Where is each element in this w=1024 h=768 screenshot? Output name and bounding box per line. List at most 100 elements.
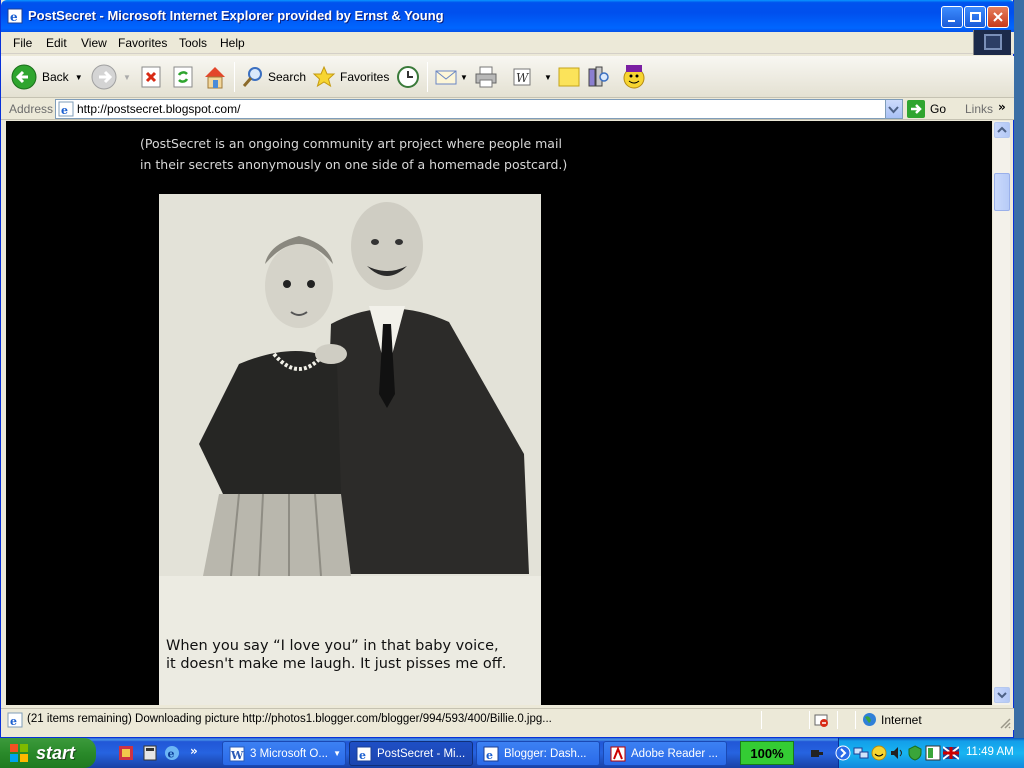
history-clock-icon [397, 66, 419, 88]
minimize-icon [948, 20, 955, 22]
windows-throbber-logo [973, 30, 1011, 55]
address-url[interactable]: http://postsecret.blogspot.com/ [77, 102, 240, 116]
group-dropdown-icon: ▼ [333, 749, 341, 758]
taskbar-item-word[interactable]: W 3 Microsoft O... ▼ [222, 741, 346, 766]
resize-grip-icon[interactable] [999, 717, 1011, 729]
stop-button[interactable] [139, 63, 163, 91]
taskbar-item-blogger[interactable]: e Blogger: Dash... [476, 741, 600, 766]
mail-button[interactable]: ▼ [434, 63, 468, 91]
scroll-up-button[interactable] [994, 122, 1010, 138]
links-label[interactable]: Links [965, 102, 993, 116]
vertical-scrollbar[interactable] [992, 121, 1010, 705]
quicklaunch-app-icon[interactable] [118, 745, 134, 761]
messenger-button[interactable] [621, 63, 647, 91]
address-field[interactable]: e http://postsecret.blogspot.com/ [55, 99, 903, 119]
edit-dropdown-icon[interactable]: ▼ [544, 73, 552, 82]
ie-icon: e [483, 746, 499, 762]
research-button[interactable] [587, 63, 611, 91]
edit-word-button[interactable]: W ▼ [512, 63, 552, 91]
zoom-percentage-indicator[interactable]: 100% [740, 741, 794, 765]
ie-icon: e [356, 746, 372, 762]
stop-icon [141, 66, 161, 88]
back-dropdown-icon[interactable]: ▼ [75, 73, 83, 82]
menu-edit[interactable]: Edit [46, 36, 67, 50]
maximize-icon [970, 12, 981, 22]
window-title: PostSecret - Microsoft Internet Explorer… [28, 8, 444, 23]
quicklaunch-chevron-icon[interactable]: » [190, 744, 198, 758]
postcard-photo-two-children [159, 194, 541, 576]
minimize-button[interactable] [941, 6, 963, 28]
page-ie-icon: e [58, 101, 74, 117]
internet-globe-icon [863, 713, 876, 726]
tray-app-icon[interactable] [925, 745, 941, 761]
menu-view[interactable]: View [81, 36, 107, 50]
standard-toolbar: Back ▼ ▼ Search Favorites ▼ W ▼ [1, 56, 1015, 98]
search-button[interactable]: Search [241, 63, 306, 91]
start-button[interactable]: start [0, 738, 96, 768]
power-plug-icon[interactable] [808, 745, 824, 761]
postcard-image: When you say “I love you” in that baby v… [159, 194, 541, 705]
security-shield-icon[interactable] [907, 745, 923, 761]
favorites-star-icon [312, 65, 336, 88]
menu-help[interactable]: Help [220, 36, 245, 50]
status-text: (21 items remaining) Downloading picture… [27, 713, 552, 725]
quicklaunch-ie-icon[interactable]: e [164, 745, 180, 761]
menu-favorites[interactable]: Favorites [118, 36, 167, 50]
address-label: Address [9, 102, 54, 116]
browser-window: e PostSecret - Microsoft Internet Explor… [0, 0, 1015, 738]
taskbar-item-label: PostSecret - Mi... [377, 747, 466, 760]
tray-arrow-icon[interactable] [835, 745, 851, 761]
svg-text:e: e [359, 749, 366, 762]
scroll-thumb[interactable] [994, 173, 1010, 211]
adobe-reader-icon [610, 745, 626, 761]
volume-tray-icon[interactable] [889, 745, 905, 761]
language-flag-icon[interactable] [943, 745, 959, 761]
menu-file[interactable]: File [13, 36, 32, 50]
taskbar-item-adobe-reader[interactable]: Adobe Reader ... [603, 741, 727, 766]
page-loading-icon: e [7, 712, 23, 728]
quicklaunch-calculator-icon[interactable] [142, 745, 158, 761]
chevron-down-icon [997, 692, 1007, 699]
status-separator [855, 711, 856, 729]
chevron-down-icon [888, 106, 899, 114]
scroll-down-button[interactable] [994, 687, 1010, 703]
close-button[interactable] [987, 6, 1009, 28]
address-dropdown-button[interactable] [885, 100, 902, 118]
taskbar-item-postsecret[interactable]: e PostSecret - Mi... [349, 741, 473, 766]
forward-dropdown-icon[interactable]: ▼ [123, 73, 131, 82]
toolbar-separator [234, 62, 235, 92]
go-button[interactable]: Go [907, 99, 946, 119]
refresh-button[interactable] [171, 63, 195, 91]
network-icon[interactable] [853, 745, 869, 761]
forward-arrow-icon [91, 64, 117, 90]
caption-line-1: When you say “I love you” in that baby v… [166, 638, 499, 654]
mail-envelope-icon [435, 70, 457, 85]
status-bar: e (21 items remaining) Downloading pictu… [1, 708, 1015, 730]
ie-icon: e [7, 8, 23, 24]
postcard-caption: When you say “I love you” in that baby v… [166, 637, 536, 673]
page-content[interactable]: (PostSecret is an ongoing community art … [6, 121, 992, 705]
maximize-button[interactable] [964, 6, 986, 28]
discuss-button[interactable] [557, 63, 581, 91]
word-edit-icon: W [513, 68, 531, 86]
start-label: start [36, 742, 76, 763]
status-separator [761, 711, 762, 729]
favorites-button[interactable]: Favorites [312, 63, 389, 91]
forward-button[interactable]: ▼ [91, 63, 131, 91]
taskbar-item-label: 3 Microsoft O... [250, 747, 328, 760]
print-button[interactable] [474, 63, 498, 91]
favorites-label: Favorites [340, 70, 390, 84]
mail-dropdown-icon[interactable]: ▼ [460, 73, 468, 82]
status-separator [809, 711, 810, 729]
back-button[interactable]: Back ▼ [11, 63, 83, 91]
clock[interactable]: 11:49 AM [966, 746, 1014, 758]
messenger-smiley-icon[interactable] [871, 745, 887, 761]
links-chevron-icon[interactable]: » [998, 100, 1006, 114]
menu-tools[interactable]: Tools [179, 36, 207, 50]
taskbar-item-label: Adobe Reader ... [631, 747, 718, 760]
history-button[interactable] [395, 63, 421, 91]
home-button[interactable] [202, 63, 228, 91]
toolbar-separator [427, 62, 428, 92]
title-bar[interactable]: e PostSecret - Microsoft Internet Explor… [1, 0, 1015, 32]
popup-blocked-icon[interactable] [813, 712, 829, 728]
